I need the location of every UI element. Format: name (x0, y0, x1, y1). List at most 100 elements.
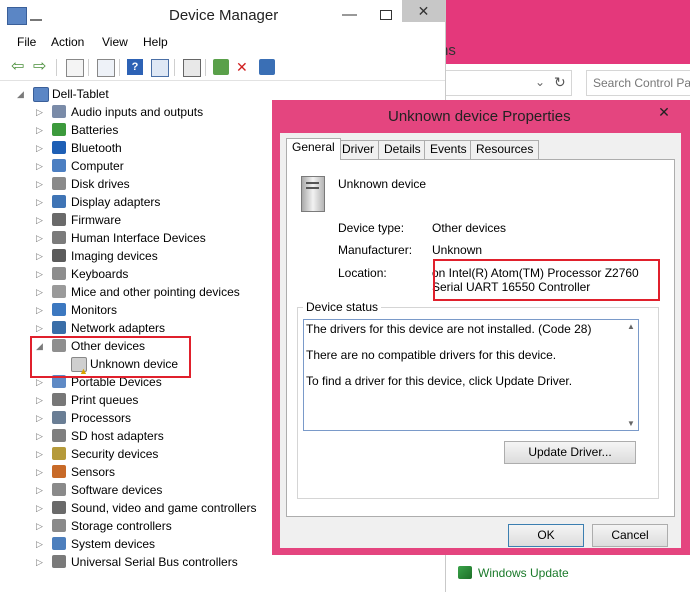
system-device-icon (52, 537, 66, 550)
search-placeholder: Search Control Par (593, 76, 690, 90)
collapsed-arrow-icon[interactable]: ▷ (36, 499, 46, 517)
tree-item-label: Storage controllers (71, 519, 172, 533)
tree-item-label: Computer (71, 159, 124, 173)
cancel-button[interactable]: Cancel (592, 524, 668, 547)
tab-events[interactable]: Events (424, 140, 473, 159)
tree-item-label: Disk drives (71, 177, 130, 191)
collapsed-arrow-icon[interactable]: ▷ (36, 157, 46, 175)
scroll-down-icon[interactable]: ▼ (627, 419, 635, 428)
menu-action[interactable]: Action (51, 35, 84, 49)
device-type-label: Device type: (338, 221, 405, 235)
tab-resources[interactable]: Resources (470, 140, 540, 159)
collapsed-arrow-icon[interactable]: ▷ (36, 409, 46, 427)
status-scrollbar[interactable]: ▲ ▼ (624, 320, 638, 430)
sd-card-icon (52, 429, 66, 442)
collapsed-arrow-icon[interactable]: ▷ (36, 535, 46, 553)
speaker-icon (52, 105, 66, 118)
highlight-location (433, 259, 660, 301)
toolbar-separator (119, 59, 120, 76)
tree-item-label: Imaging devices (71, 249, 158, 263)
collapsed-arrow-icon[interactable]: ▷ (36, 445, 46, 463)
tree-item-label: Sensors (71, 465, 116, 479)
tab-general[interactable]: General (286, 138, 341, 160)
windows-update-icon (458, 566, 472, 579)
close-button[interactable]: ✕ (402, 0, 445, 22)
expanded-arrow-icon[interactable]: ◢ (17, 85, 27, 103)
collapsed-arrow-icon[interactable]: ▷ (36, 517, 46, 535)
refresh-icon[interactable]: ↻ (554, 74, 566, 91)
menu-help[interactable]: Help (143, 35, 168, 49)
collapsed-arrow-icon[interactable]: ▷ (36, 427, 46, 445)
menu-view[interactable]: View (102, 35, 128, 49)
dialog-close-button[interactable]: ✕ (644, 102, 684, 122)
device-status-textbox[interactable]: The drivers for this device are not inst… (303, 319, 639, 431)
tab-details[interactable]: Details (378, 140, 427, 159)
properties-icon[interactable] (151, 59, 169, 77)
hid-icon (52, 231, 66, 244)
collapsed-arrow-icon[interactable]: ▷ (36, 247, 46, 265)
collapsed-arrow-icon[interactable]: ▷ (36, 139, 46, 157)
properties-dialog: Unknown device Properties ✕ General Driv… (272, 100, 690, 555)
tree-item-label: Print queues (71, 393, 139, 407)
update-driver-button[interactable]: Update Driver... (504, 441, 636, 464)
scroll-up-icon[interactable]: ▲ (627, 322, 635, 331)
menu-file[interactable]: File (17, 35, 36, 49)
software-device-icon (52, 483, 66, 496)
collapsed-arrow-icon[interactable]: ▷ (36, 283, 46, 301)
tree-item-label: Audio inputs and outputs (71, 105, 204, 119)
collapsed-arrow-icon[interactable]: ▷ (36, 103, 46, 121)
toolbar: ⇦ ⇨ ? ✕ (0, 54, 445, 81)
collapsed-arrow-icon[interactable]: ▷ (36, 463, 46, 481)
quick-access-icon[interactable] (30, 9, 42, 21)
mouse-icon (52, 285, 66, 298)
computer-icon (33, 87, 49, 102)
forward-arrow-icon[interactable]: ⇨ (33, 59, 49, 75)
computer-icon (52, 159, 66, 172)
help-icon[interactable]: ? (127, 59, 143, 75)
unknown-device-icon (301, 176, 325, 212)
collapsed-arrow-icon[interactable]: ▷ (36, 229, 46, 247)
device-type-value: Other devices (432, 221, 507, 235)
toolbar-separator (205, 59, 206, 76)
update-driver-icon[interactable] (213, 59, 229, 75)
tree-item-label: Batteries (71, 123, 119, 137)
ok-button[interactable]: OK (508, 524, 584, 547)
collapsed-arrow-icon[interactable]: ▷ (36, 301, 46, 319)
security-icon (52, 447, 66, 460)
tree-item-label: Keyboards (71, 267, 129, 281)
device-manager-titlebar: Device Manager — ✕ (0, 0, 445, 32)
tab-driver[interactable]: Driver (336, 140, 380, 159)
minimize-button[interactable]: — (342, 6, 357, 23)
scan-hardware-icon[interactable] (183, 59, 201, 77)
collapsed-arrow-icon[interactable]: ▷ (36, 553, 46, 571)
collapsed-arrow-icon[interactable]: ▷ (36, 319, 46, 337)
collapsed-arrow-icon[interactable]: ▷ (36, 481, 46, 499)
uninstall-icon[interactable]: ✕ (236, 59, 252, 75)
collapsed-arrow-icon[interactable]: ▷ (36, 175, 46, 193)
collapsed-arrow-icon[interactable]: ▷ (36, 391, 46, 409)
manufacturer-label: Manufacturer: (338, 243, 413, 257)
back-arrow-icon[interactable]: ⇦ (11, 59, 27, 75)
maximize-button[interactable] (380, 10, 392, 20)
tree-item-label: Human Interface Devices (71, 231, 206, 245)
control-panel-address-bar[interactable]: ⌄ (440, 70, 572, 96)
control-panel-search-input[interactable]: Search Control Par (586, 70, 690, 96)
tree-item-label: Network adapters (71, 321, 166, 335)
enable-device-icon[interactable] (259, 59, 275, 75)
collapsed-arrow-icon[interactable]: ▷ (36, 193, 46, 211)
device-status-group: Device status The drivers for this devic… (297, 300, 659, 499)
collapsed-arrow-icon[interactable]: ▷ (36, 211, 46, 229)
camera-icon (52, 249, 66, 262)
storage-controller-icon (52, 519, 66, 532)
chevron-down-icon[interactable]: ⌄ (535, 75, 545, 89)
device-status-legend: Device status (303, 300, 382, 314)
device-manager-app-icon[interactable] (7, 7, 27, 25)
windows-update-link[interactable]: Windows Update (458, 566, 569, 580)
collapsed-arrow-icon[interactable]: ▷ (36, 265, 46, 283)
show-hide-console-icon[interactable] (97, 59, 115, 77)
sound-icon (52, 501, 66, 514)
keyboard-icon (52, 267, 66, 280)
tree-root-label: Dell-Tablet (52, 87, 109, 101)
collapsed-arrow-icon[interactable]: ▷ (36, 121, 46, 139)
properties-view-icon[interactable] (66, 59, 84, 77)
